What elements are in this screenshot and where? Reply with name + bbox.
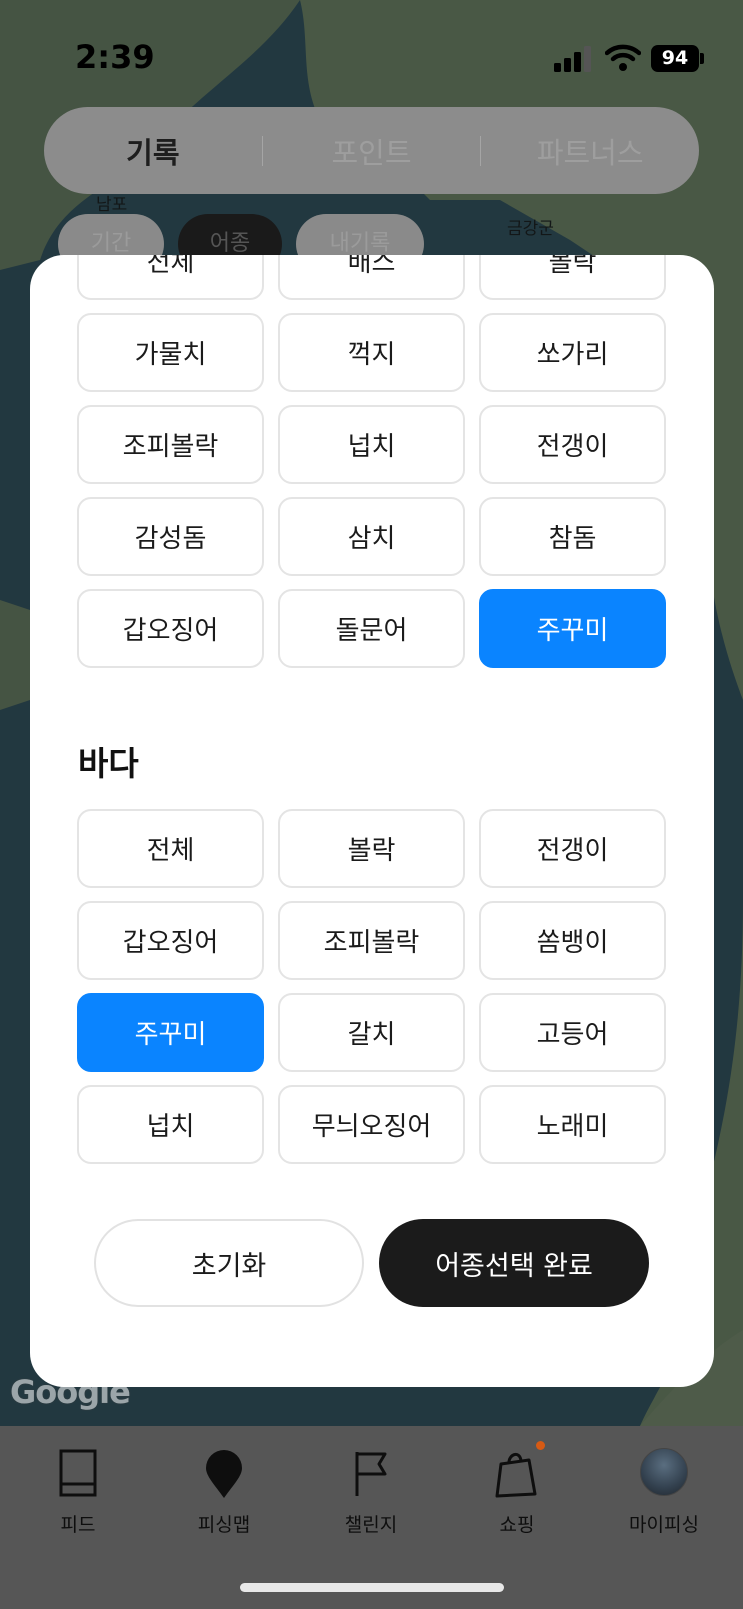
sea-species-option[interactable]: 조피볼락 xyxy=(278,901,465,980)
feed-icon xyxy=(59,1449,97,1497)
freshwater-species-option[interactable]: 참돔 xyxy=(479,497,666,576)
freshwater-species-option[interactable]: 주꾸미 xyxy=(479,589,666,668)
sea-species-option[interactable]: 쏨뱅이 xyxy=(479,901,666,980)
nav-challenge[interactable]: 챌린지 xyxy=(311,1448,431,1537)
freshwater-species-option[interactable]: 넙치 xyxy=(278,405,465,484)
sea-species-option[interactable]: 갑오징어 xyxy=(77,901,264,980)
battery-tip xyxy=(700,53,704,64)
sea-species-option[interactable]: 볼락 xyxy=(278,809,465,888)
freshwater-species-option[interactable]: 조피볼락 xyxy=(77,405,264,484)
sea-species-option[interactable]: 갈치 xyxy=(278,993,465,1072)
home-indicator xyxy=(240,1583,504,1592)
freshwater-species-option[interactable]: 삼치 xyxy=(278,497,465,576)
sea-species-option[interactable]: 전체 xyxy=(77,809,264,888)
nav-shopping[interactable]: 쇼핑 xyxy=(457,1448,577,1537)
sea-species-option[interactable]: 노래미 xyxy=(479,1085,666,1164)
battery-indicator: 94 xyxy=(651,45,699,72)
shopping-bag-icon xyxy=(495,1452,537,1498)
freshwater-species-option[interactable]: 전갱이 xyxy=(479,405,666,484)
reset-button[interactable]: 초기화 xyxy=(94,1219,364,1307)
sea-species-option[interactable]: 무늬오징어 xyxy=(278,1085,465,1164)
map-pin-icon xyxy=(206,1450,242,1498)
freshwater-species-option[interactable]: 볼락 xyxy=(479,255,666,300)
nav-fishing-map[interactable]: 피싱맵 xyxy=(164,1448,284,1537)
tab-record[interactable]: 기록 xyxy=(44,130,262,172)
freshwater-species-option[interactable]: 돌문어 xyxy=(278,589,465,668)
sea-species-option[interactable]: 고등어 xyxy=(479,993,666,1072)
sea-species-grid: 전체 볼락 전갱이갑오징어 조피볼락 쏨뱅이주꾸미 갈치 고등어넙치 무늬오징어 노래미 xyxy=(77,809,667,1164)
top-tab-bar: 기록 포인트 파트너스 xyxy=(44,107,699,194)
nav-label: 피드 xyxy=(60,1514,96,1536)
shopping-notification-dot xyxy=(536,1441,545,1450)
status-time: 2:39 xyxy=(75,38,155,76)
sea-species-option[interactable]: 주꾸미 xyxy=(77,993,264,1072)
freshwater-species-option[interactable]: 쏘가리 xyxy=(479,313,666,392)
bottom-nav-bar: 피드 피싱맵 챌린지 쇼핑 마이피싱 xyxy=(0,1426,743,1609)
sea-section-title: 바다 xyxy=(78,744,139,783)
sea-species-option[interactable]: 전갱이 xyxy=(479,809,666,888)
nav-label: 피싱맵 xyxy=(197,1514,251,1536)
cellular-signal-icon xyxy=(554,46,591,72)
nav-label: 쇼핑 xyxy=(499,1514,535,1536)
confirm-species-button[interactable]: 어종선택 완료 xyxy=(379,1219,649,1307)
nav-my-fishing[interactable]: 마이피싱 xyxy=(604,1448,724,1537)
freshwater-species-option[interactable]: 가물치 xyxy=(77,313,264,392)
tab-partners[interactable]: 파트너스 xyxy=(481,130,699,172)
nav-feed[interactable]: 피드 xyxy=(18,1448,138,1537)
freshwater-species-option[interactable]: 전체 xyxy=(77,255,264,300)
freshwater-species-option[interactable]: 갑오징어 xyxy=(77,589,264,668)
species-select-sheet: 전체 배스 볼락 가물치 꺽지 쏘가리 조피볼락 넙치 전갱이 감성돔 삼치 참돔 갑오징어 돌문어 주꾸미… xyxy=(30,255,714,1387)
freshwater-species-option[interactable]: 배스 xyxy=(278,255,465,300)
freshwater-species-option[interactable]: 감성돔 xyxy=(77,497,264,576)
nav-label: 마이피싱 xyxy=(629,1514,699,1536)
wifi-icon xyxy=(605,44,641,71)
flag-icon xyxy=(355,1452,387,1496)
nav-label: 챌린지 xyxy=(344,1514,398,1536)
freshwater-species-option[interactable]: 꺽지 xyxy=(278,313,465,392)
sea-species-option[interactable]: 넙치 xyxy=(77,1085,264,1164)
tab-points[interactable]: 포인트 xyxy=(263,130,481,172)
freshwater-species-grid: 전체 배스 볼락가물치 꺽지 쏘가리조피볼락 넙치 전갱이감성돔 삼치 참돔갑오징어 돌문어 주꾸미 xyxy=(77,255,667,668)
avatar xyxy=(640,1448,688,1496)
